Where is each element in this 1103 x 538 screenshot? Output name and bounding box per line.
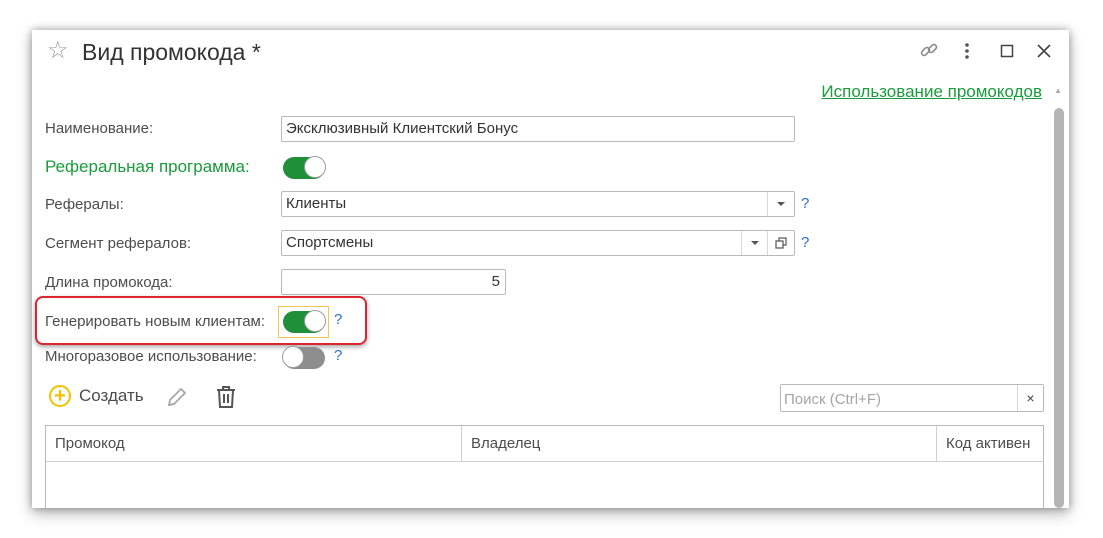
- reusable-help[interactable]: ?: [334, 347, 342, 365]
- trash-icon[interactable]: [215, 385, 237, 413]
- name-field[interactable]: Эксклюзивный Клиентский Бонус: [281, 116, 795, 142]
- table-header: Промокод Владелец Код активен: [46, 426, 1043, 462]
- promo-type-window: ☆ Вид промокода * Использование промокод…: [32, 30, 1069, 508]
- search-input[interactable]: [781, 385, 1022, 413]
- star-icon[interactable]: ☆: [47, 39, 69, 63]
- length-field[interactable]: 5: [281, 269, 506, 295]
- more-vertical-icon[interactable]: [956, 40, 978, 62]
- promo-codes-table[interactable]: Промокод Владелец Код активен: [45, 425, 1044, 508]
- referrals-label: Рефералы:: [45, 196, 124, 213]
- open-copy-icon: [775, 237, 787, 249]
- scrollbar-thumb[interactable]: [1054, 108, 1064, 508]
- segment-open-button[interactable]: [767, 231, 794, 255]
- name-label: Наименование:: [45, 120, 154, 137]
- segment-select[interactable]: Спортсмены: [281, 230, 795, 256]
- referrals-dropdown-button[interactable]: [767, 192, 794, 216]
- column-header-owner[interactable]: Владелец: [461, 426, 936, 461]
- length-label: Длина промокода:: [45, 274, 173, 291]
- search-box[interactable]: ×: [780, 384, 1044, 413]
- window-title: Вид промокода *: [82, 39, 261, 65]
- segment-dropdown-button[interactable]: [741, 231, 768, 255]
- chevron-down-icon: [751, 241, 759, 245]
- column-header-active[interactable]: Код активен: [936, 426, 1045, 461]
- chevron-down-icon: [777, 202, 785, 206]
- referral-program-label: Реферальная программа:: [45, 157, 250, 176]
- referrals-select[interactable]: Клиенты: [281, 191, 795, 217]
- promo-usage-link[interactable]: Использование промокодов: [821, 82, 1042, 102]
- referral-program-toggle[interactable]: [283, 156, 326, 179]
- reusable-toggle[interactable]: [282, 346, 325, 369]
- clear-search-button[interactable]: ×: [1017, 385, 1043, 411]
- referrals-value: Клиенты: [286, 195, 347, 212]
- generate-label: Генерировать новым клиентам:: [45, 313, 266, 330]
- link-icon[interactable]: [918, 40, 940, 62]
- scroll-up-arrow-icon[interactable]: ▲: [1054, 86, 1062, 95]
- close-icon: ×: [1026, 390, 1035, 406]
- generate-help[interactable]: ?: [334, 311, 342, 329]
- referrals-help[interactable]: ?: [801, 195, 809, 213]
- column-header-promocode[interactable]: Промокод: [46, 426, 461, 461]
- plus-circle-icon: +: [49, 385, 71, 407]
- close-icon[interactable]: [1033, 40, 1055, 62]
- toggle-knob: [282, 346, 304, 368]
- toggle-knob: [304, 310, 326, 332]
- toggle-knob: [304, 156, 326, 178]
- pencil-icon[interactable]: [165, 385, 189, 413]
- reusable-label: Многоразовое использование:: [45, 348, 257, 365]
- segment-value: Спортсмены: [286, 234, 374, 251]
- segment-help[interactable]: ?: [801, 234, 809, 252]
- segment-label: Сегмент рефералов:: [45, 235, 192, 252]
- create-button[interactable]: + Создать: [49, 385, 144, 407]
- maximize-icon[interactable]: [996, 40, 1018, 62]
- generate-toggle[interactable]: [283, 310, 326, 333]
- create-label: Создать: [79, 386, 144, 405]
